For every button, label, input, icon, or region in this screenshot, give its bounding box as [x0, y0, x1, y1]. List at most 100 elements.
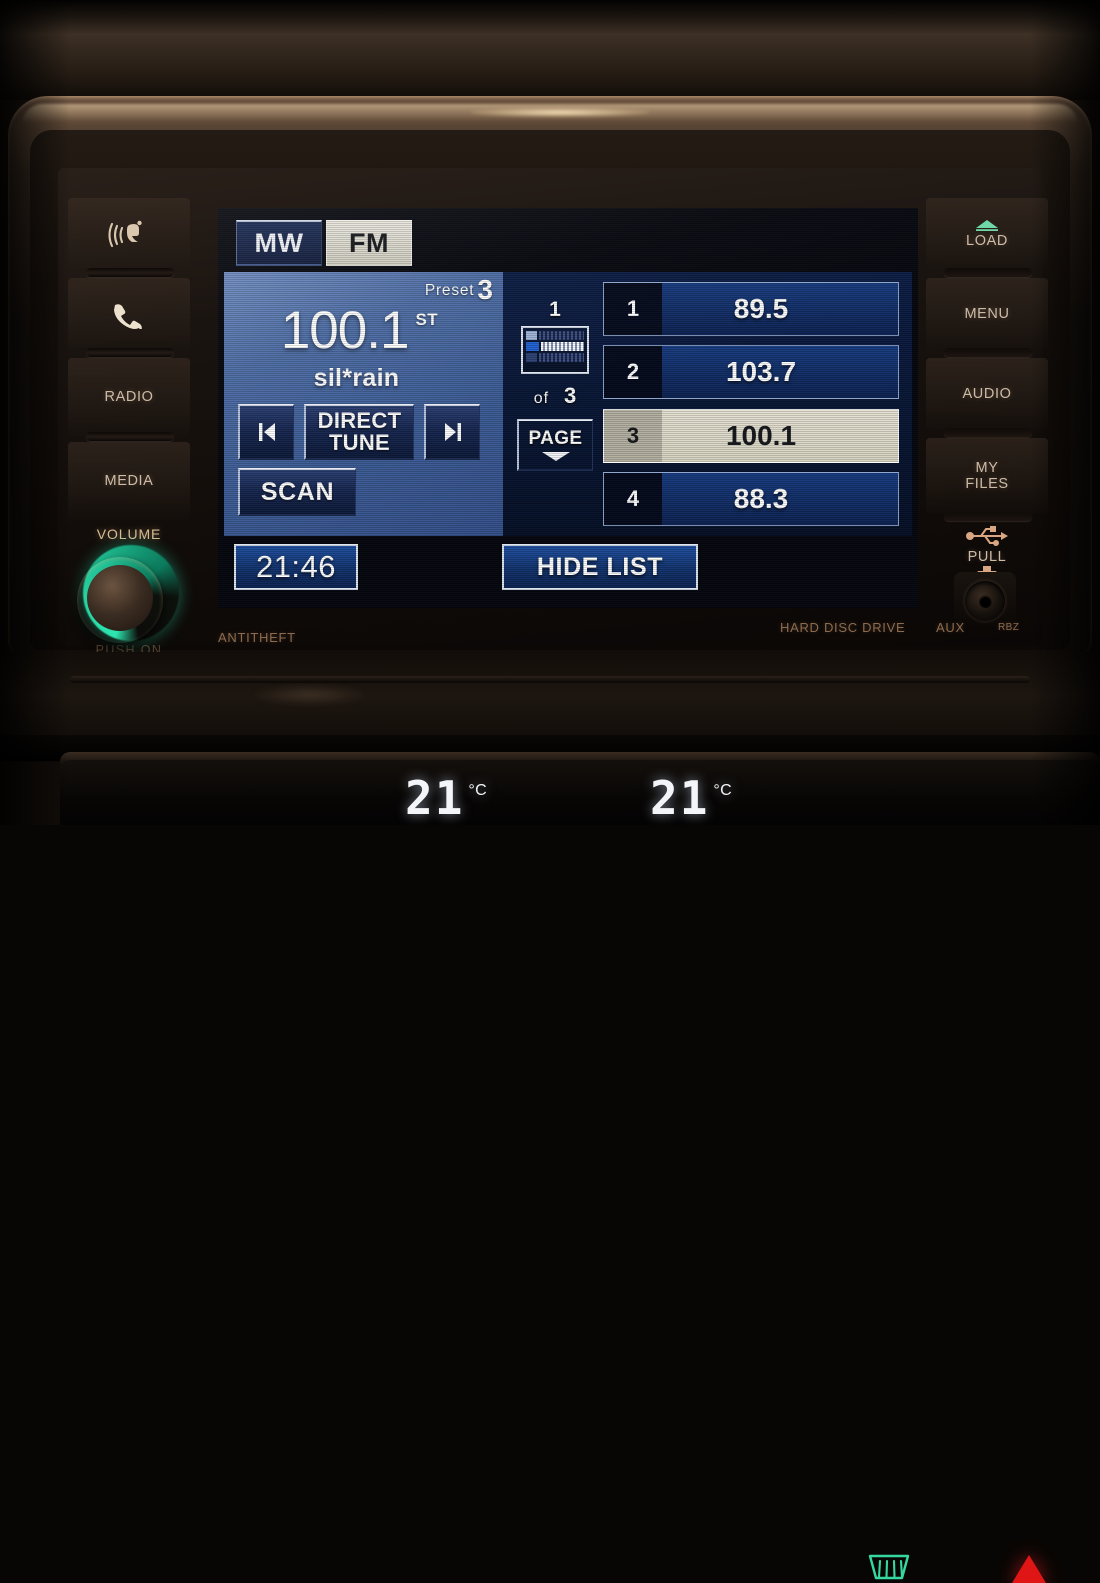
driver-temperature-display: 21 °C [405, 771, 487, 825]
preset-row[interactable]: 4 88.3 [603, 471, 899, 526]
direct-tune-line2: TUNE [328, 430, 391, 455]
scroll-fill [526, 342, 539, 351]
preset-row[interactable]: 2 103.7 [603, 345, 899, 400]
aux-jack-pin [978, 594, 992, 608]
page-navigation: 1 of 3 PAGE [509, 282, 601, 530]
scan-button-label: SCAN [260, 477, 335, 506]
head-unit: RADIO MEDIA VOLUME PUSH ON LOAD MENU AUD… [0, 0, 1100, 1583]
scan-button[interactable]: SCAN [238, 468, 356, 516]
chevron-down-icon [541, 452, 570, 461]
audio-button-label: AUDIO [962, 386, 1012, 402]
dashboard-seam [70, 676, 1030, 683]
clock-display[interactable]: 21:46 [234, 544, 358, 590]
direct-tune-line1: DIRECT [317, 407, 402, 433]
direct-tune-button[interactable]: DIRECT TUNE [304, 404, 414, 460]
tab-mw-label: MW [254, 227, 304, 258]
phone-button[interactable] [68, 278, 190, 352]
passenger-temperature-unit: °C [713, 782, 732, 799]
preset-number: 2 [604, 346, 662, 399]
usb-icon [966, 525, 1008, 546]
volume-knob-body[interactable] [77, 557, 163, 643]
rear-defrost-icon[interactable] [866, 1552, 912, 1582]
aux-jack-hole [965, 581, 1005, 621]
scroll-bar [539, 353, 584, 362]
hard-disc-drive-label: HARD DISC DRIVE [780, 620, 906, 635]
clock-time: 21:46 [255, 549, 337, 584]
seek-next-icon [444, 423, 461, 441]
button-separator [86, 348, 174, 357]
menu-button-label: MENU [964, 306, 1010, 322]
preset-row-selected[interactable]: 3 100.1 [603, 408, 899, 463]
right-button-column: LOAD MENU AUDIO MY FILES PULL [926, 198, 1048, 630]
preset-frequency: 103.7 [725, 356, 797, 388]
eject-icon [976, 220, 998, 231]
lcd-status-bar: 21:46 HIDE LIST [224, 538, 912, 600]
page-total: 3 [564, 383, 577, 408]
page-button[interactable]: PAGE [517, 419, 593, 471]
station-name: sil*rain [313, 364, 400, 392]
radio-button[interactable]: RADIO [68, 358, 190, 436]
page-button-label: PAGE [528, 428, 583, 449]
load-button-label: LOAD [966, 233, 1008, 249]
button-separator [944, 428, 1032, 437]
menu-button[interactable]: MENU [926, 278, 1048, 350]
driver-temperature-value: 21 [405, 771, 465, 825]
voice-command-icon [108, 220, 142, 248]
preset-word: Preset [424, 281, 475, 299]
lcd-screen[interactable]: MW FM Preset 3 100.1 ST sil*rain DIRECT … [218, 208, 918, 608]
preset-number: 4 [604, 472, 662, 525]
preset-number: 3 [604, 409, 662, 462]
scroll-chip [526, 331, 537, 340]
volume-knob-top [87, 565, 153, 631]
passenger-temperature-value: 21 [650, 771, 710, 825]
stereo-indicator: ST [415, 310, 439, 329]
preset-number: 1 [604, 283, 662, 335]
passenger-temperature-display: 21 °C [650, 771, 732, 825]
preset-indicator: Preset 3 [424, 274, 493, 305]
media-button[interactable]: MEDIA [68, 442, 190, 520]
band-tab-group: MW FM [236, 220, 412, 266]
preset-list-panel: 1 of 3 PAGE 1 89.5 2 103.7 3 100.1 4 88.… [503, 272, 912, 536]
seek-previous-icon [258, 423, 275, 441]
radio-faceplate: RADIO MEDIA VOLUME PUSH ON LOAD MENU AUD… [58, 168, 1048, 657]
tuner-panel: Preset 3 100.1 ST sil*rain DIRECT TUNE S… [224, 272, 503, 536]
preset-row[interactable]: 1 89.5 [603, 282, 899, 336]
scroll-chip [526, 353, 537, 362]
my-files-button[interactable]: MY FILES [926, 438, 1048, 514]
hazard-warning-icon[interactable] [1012, 1555, 1046, 1583]
seek-previous-button[interactable] [238, 404, 294, 460]
load-button[interactable]: LOAD [926, 198, 1048, 270]
bezel-light-reflection [470, 108, 650, 117]
tab-mw[interactable]: MW [236, 220, 322, 266]
hide-list-button[interactable]: HIDE LIST [502, 544, 698, 590]
usb-pull-label: PULL [967, 548, 1007, 565]
preset-frequency: 88.3 [733, 482, 789, 514]
lcd-main-area: Preset 3 100.1 ST sil*rain DIRECT TUNE S… [224, 272, 912, 536]
button-separator [944, 348, 1032, 357]
media-button-label: MEDIA [104, 473, 154, 489]
volume-knob[interactable] [75, 543, 183, 647]
preset-frequency: 89.5 [733, 293, 789, 324]
dashboard-shadow [0, 0, 1100, 34]
voice-command-button[interactable] [68, 198, 190, 272]
preset-number: 3 [477, 274, 493, 305]
hide-list-label: HIDE LIST [536, 552, 664, 581]
list-position-icon [521, 326, 589, 374]
model-label: RBZ [998, 622, 1020, 633]
current-page-number: 1 [549, 298, 561, 321]
button-separator [86, 432, 174, 441]
tab-fm[interactable]: FM [326, 220, 412, 266]
preset-frequency: 100.1 [725, 419, 797, 451]
left-button-column: RADIO MEDIA VOLUME PUSH ON [68, 198, 190, 657]
my-files-label-line2: FILES [965, 476, 1009, 492]
audio-button[interactable]: AUDIO [926, 358, 1048, 430]
page-of-word: of [533, 390, 550, 407]
button-separator [86, 268, 174, 277]
scroll-bar [539, 331, 584, 340]
button-separator [944, 268, 1032, 277]
frequency-value: 100.1 [280, 301, 410, 360]
scroll-bar [541, 342, 584, 351]
volume-label: VOLUME [96, 526, 162, 542]
seek-next-button[interactable] [424, 404, 480, 460]
aux-label: AUX [936, 620, 965, 635]
